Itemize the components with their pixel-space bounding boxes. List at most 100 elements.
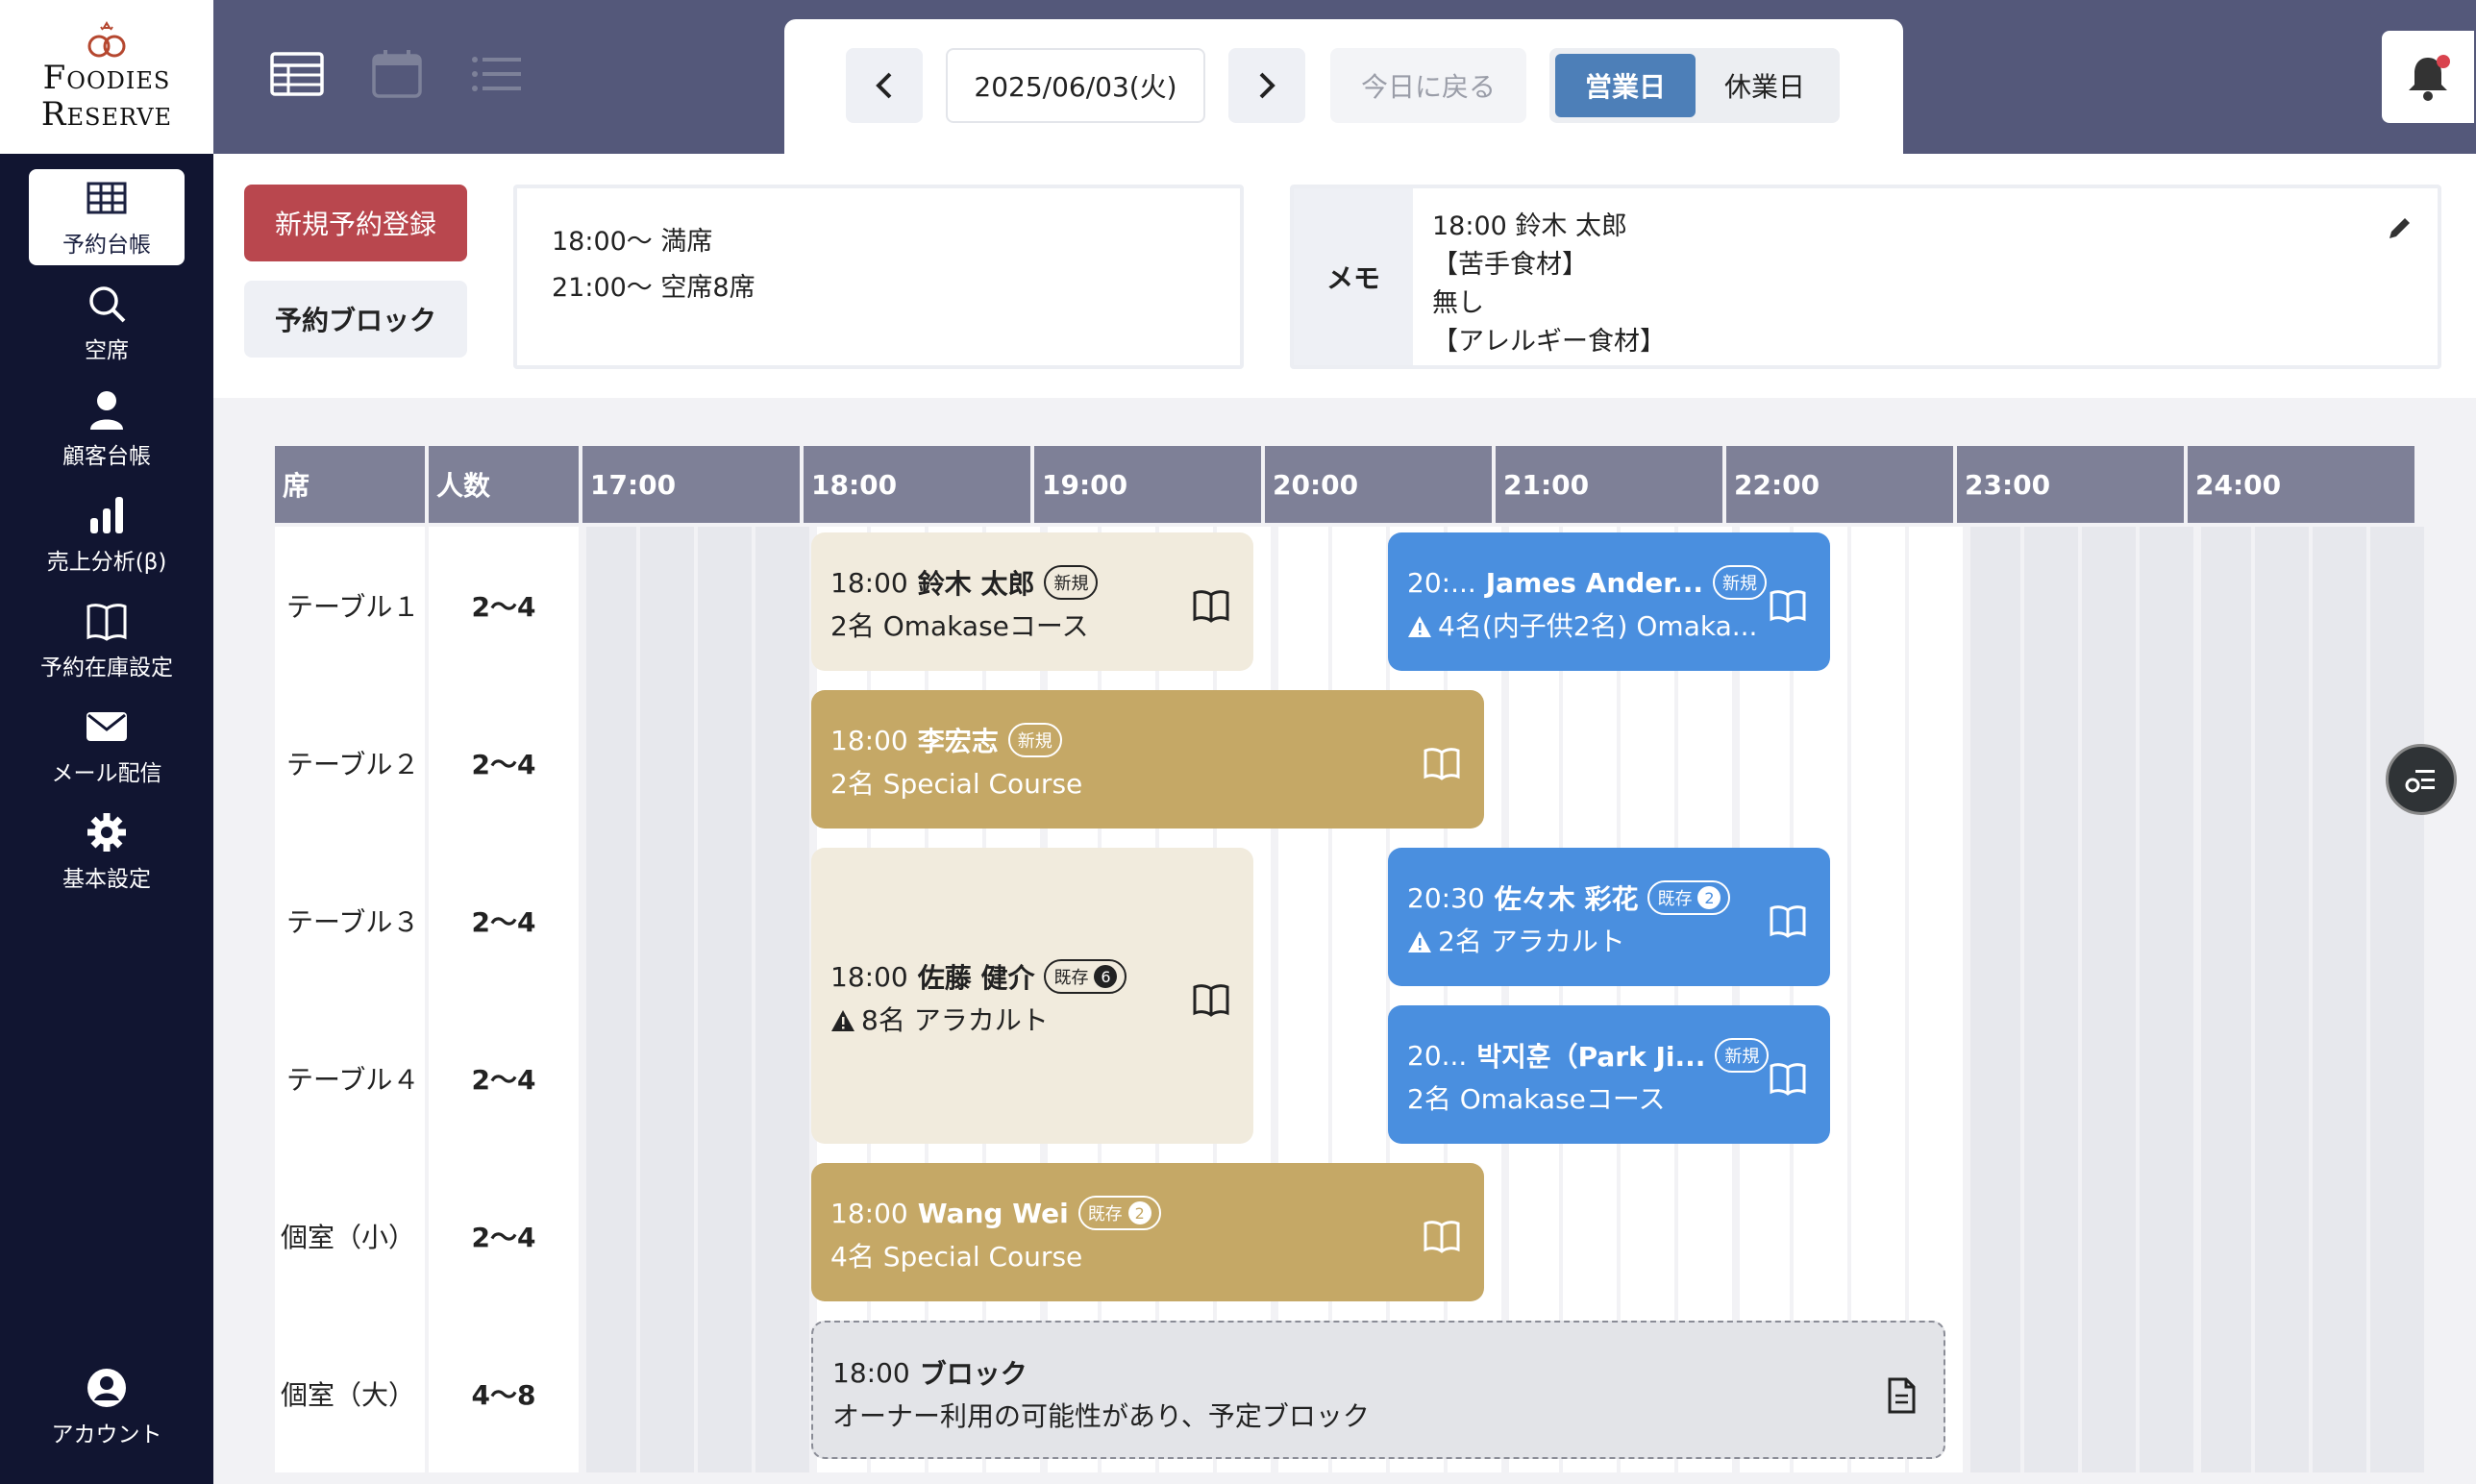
notification-button[interactable] bbox=[2382, 31, 2474, 123]
time-slot bbox=[2201, 1315, 2251, 1472]
res-name: 鈴木 太郎 bbox=[917, 568, 1035, 600]
row-capacity: 2〜4 bbox=[429, 1000, 579, 1157]
filter-fab-button[interactable] bbox=[2386, 744, 2457, 815]
time-slot bbox=[1970, 1000, 2020, 1157]
logo[interactable]: Foodies Reserve bbox=[0, 0, 213, 154]
table-icon bbox=[87, 182, 127, 214]
time-slot[interactable] bbox=[1621, 1157, 1674, 1315]
time-slot[interactable] bbox=[1332, 527, 1386, 684]
time-slot[interactable] bbox=[1794, 1157, 1847, 1315]
time-slot[interactable] bbox=[1509, 1157, 1559, 1315]
time-slot[interactable] bbox=[1678, 1157, 1732, 1315]
time-slot bbox=[2313, 527, 2366, 684]
time-slot[interactable] bbox=[1851, 842, 1905, 1000]
sidebar-item-reservations[interactable]: 予約台帳 bbox=[29, 169, 185, 265]
time-slot[interactable] bbox=[1909, 684, 1963, 842]
date-field[interactable]: 2025/06/03(火) bbox=[946, 48, 1205, 123]
sidebar-item-vacancy[interactable]: 空席 bbox=[29, 275, 185, 371]
time-slot bbox=[2201, 1157, 2251, 1315]
edit-pencil-icon[interactable] bbox=[2384, 213, 2414, 244]
sidebar-item-account[interactable]: アカウント bbox=[29, 1359, 185, 1455]
sidebar-item-mail[interactable]: メール配信 bbox=[29, 698, 185, 794]
book-icon[interactable] bbox=[1769, 586, 1807, 625]
time-slot[interactable] bbox=[1909, 842, 1963, 1000]
time-slot[interactable] bbox=[1851, 1157, 1905, 1315]
holiday-option[interactable]: 休業日 bbox=[1696, 54, 1834, 117]
next-day-button[interactable] bbox=[1228, 48, 1305, 123]
res-detail: 4名(内子供2名) Omaka... bbox=[1438, 610, 1758, 642]
existing-badge: 既存 2 bbox=[1647, 880, 1731, 915]
prev-day-button[interactable] bbox=[846, 48, 923, 123]
memo-panel: メモ 18:00 鈴木 太郎 【苦手食材】 無し 【アレルギー食材】 bbox=[1290, 185, 2441, 369]
sidebar-item-inventory[interactable]: 予約在庫設定 bbox=[29, 592, 185, 688]
time-slot[interactable] bbox=[1332, 1000, 1386, 1157]
time-slot[interactable] bbox=[1909, 527, 1963, 684]
time-slot[interactable] bbox=[1332, 842, 1386, 1000]
time-slot bbox=[755, 527, 809, 684]
time-slot[interactable] bbox=[1278, 842, 1328, 1000]
time-slot bbox=[2255, 842, 2309, 1000]
reservation-card[interactable]: 20:30 佐々木 彩花 既存 2 2名 アラカルト bbox=[1388, 848, 1830, 986]
time-slot bbox=[2140, 1315, 2193, 1472]
book-icon[interactable] bbox=[1769, 902, 1807, 940]
reservation-card[interactable]: 18:00 李宏志 新規 2名 Special Course bbox=[811, 690, 1484, 829]
time-slot[interactable] bbox=[1621, 684, 1674, 842]
row-capacity: 2〜4 bbox=[429, 1157, 579, 1315]
reservation-card[interactable]: 18:00 鈴木 太郎 新規 2名 Omakaseコース bbox=[811, 532, 1253, 671]
chevron-right-icon bbox=[1259, 72, 1275, 99]
time-slot bbox=[640, 684, 694, 842]
day-type-toggle: 営業日 休業日 bbox=[1549, 48, 1840, 123]
sidebar-item-settings[interactable]: 基本設定 bbox=[29, 804, 185, 900]
new-badge: 新規 bbox=[1715, 1038, 1770, 1073]
calendar-view-icon[interactable] bbox=[369, 50, 425, 98]
reservation-block-button[interactable]: 予約ブロック bbox=[244, 281, 467, 358]
sidebar-item-customers[interactable]: 顧客台帳 bbox=[29, 381, 185, 477]
time-slot[interactable] bbox=[1909, 1000, 1963, 1157]
time-slot bbox=[2024, 842, 2078, 1000]
time-slot[interactable] bbox=[1278, 1000, 1328, 1157]
time-slot[interactable] bbox=[1678, 684, 1732, 842]
book-icon[interactable] bbox=[1192, 586, 1230, 625]
list-view-icon[interactable] bbox=[469, 50, 525, 98]
reservation-card[interactable]: 20:... James Ander... 新規 4名(内子供2名) Omaka..… bbox=[1388, 532, 1830, 671]
time-slot[interactable] bbox=[1909, 1157, 1963, 1315]
time-slot[interactable] bbox=[1278, 527, 1328, 684]
visit-count: 6 bbox=[1094, 965, 1118, 988]
time-slot[interactable] bbox=[1563, 684, 1617, 842]
business-day-option[interactable]: 営業日 bbox=[1555, 54, 1696, 117]
table-view-icon[interactable] bbox=[269, 50, 325, 98]
today-button[interactable]: 今日に戻る bbox=[1330, 48, 1526, 123]
time-slot[interactable] bbox=[1740, 684, 1790, 842]
book-icon[interactable] bbox=[1423, 744, 1461, 782]
sidebar-item-analytics[interactable]: 売上分析(β) bbox=[29, 486, 185, 582]
warning-icon bbox=[831, 1010, 854, 1031]
time-slot bbox=[2024, 527, 2078, 684]
time-slot bbox=[2370, 527, 2424, 684]
time-slot[interactable] bbox=[1794, 684, 1847, 842]
sidebar-item-label: 売上分析(β) bbox=[46, 550, 167, 575]
res-detail: 2名 Special Course bbox=[830, 768, 1083, 800]
sidebar: Foodies Reserve 予約台帳 空席 顧客台帳 売上分析(β) 予約在… bbox=[0, 0, 213, 1484]
time-slot bbox=[698, 1157, 752, 1315]
document-icon[interactable] bbox=[1882, 1376, 1920, 1415]
time-slot[interactable] bbox=[1509, 684, 1559, 842]
time-slot[interactable] bbox=[1740, 1157, 1790, 1315]
block-card[interactable]: 18:00 ブロック オーナー利用の可能性があり、予定ブロック bbox=[811, 1321, 1945, 1459]
book-icon[interactable] bbox=[1769, 1059, 1807, 1098]
time-slot[interactable] bbox=[1851, 527, 1905, 684]
time-slot bbox=[640, 1315, 694, 1472]
new-reservation-button[interactable]: 新規予約登録 bbox=[244, 185, 467, 261]
time-slot[interactable] bbox=[1563, 1157, 1617, 1315]
time-slot[interactable] bbox=[1851, 684, 1905, 842]
reservation-card[interactable]: 18:00 Wang Wei 既存 2 4名 Special Course bbox=[811, 1163, 1484, 1301]
hour-20: 20:00 bbox=[1265, 446, 1492, 523]
header-people: 人数 bbox=[429, 446, 579, 523]
time-slot[interactable] bbox=[1851, 1000, 1905, 1157]
row-seat-name: テーブル３ bbox=[275, 842, 425, 1000]
book-icon[interactable] bbox=[1423, 1217, 1461, 1255]
time-slot bbox=[1970, 527, 2020, 684]
reservation-card[interactable]: 18:00 佐藤 健介 既存 6 8名 アラカルト bbox=[811, 848, 1253, 1144]
reservation-card[interactable]: 20... 박지훈（Park Ji... 新規 2名 Omakaseコース bbox=[1388, 1005, 1830, 1144]
mail-icon bbox=[87, 712, 127, 741]
book-icon[interactable] bbox=[1192, 980, 1230, 1019]
